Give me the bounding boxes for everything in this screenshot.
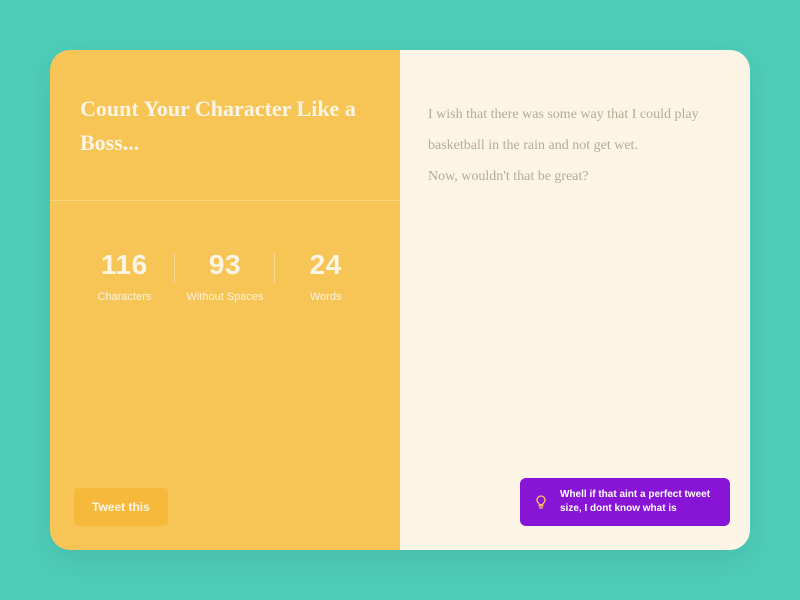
- text-input[interactable]: I wish that there was some way that I co…: [428, 100, 722, 526]
- stat-words-value: 24: [275, 249, 376, 281]
- stat-words-label: Words: [275, 291, 376, 303]
- header: Count Your Character Like a Boss...: [50, 50, 400, 201]
- tip-callout: Whell if that aint a perfect tweet size,…: [520, 478, 730, 526]
- stat-characters-label: Characters: [74, 291, 175, 303]
- character-counter-card: Count Your Character Like a Boss... 116 …: [50, 50, 750, 550]
- stat-without-spaces-label: Without Spaces: [175, 291, 276, 303]
- stat-characters: 116 Characters: [74, 249, 175, 303]
- lightbulb-icon: [532, 493, 550, 511]
- app-title: Count Your Character Like a Boss...: [80, 92, 370, 160]
- left-panel: Count Your Character Like a Boss... 116 …: [50, 50, 400, 550]
- right-panel: I wish that there was some way that I co…: [400, 50, 750, 550]
- stat-words: 24 Words: [275, 249, 376, 303]
- stat-without-spaces: 93 Without Spaces: [175, 249, 276, 303]
- tweet-button[interactable]: Tweet this: [74, 488, 168, 526]
- stats-row: 116 Characters 93 Without Spaces 24 Word…: [50, 201, 400, 303]
- stat-without-spaces-value: 93: [175, 249, 276, 281]
- stat-characters-value: 116: [74, 249, 175, 281]
- tip-text: Whell if that aint a perfect tweet size,…: [560, 488, 716, 516]
